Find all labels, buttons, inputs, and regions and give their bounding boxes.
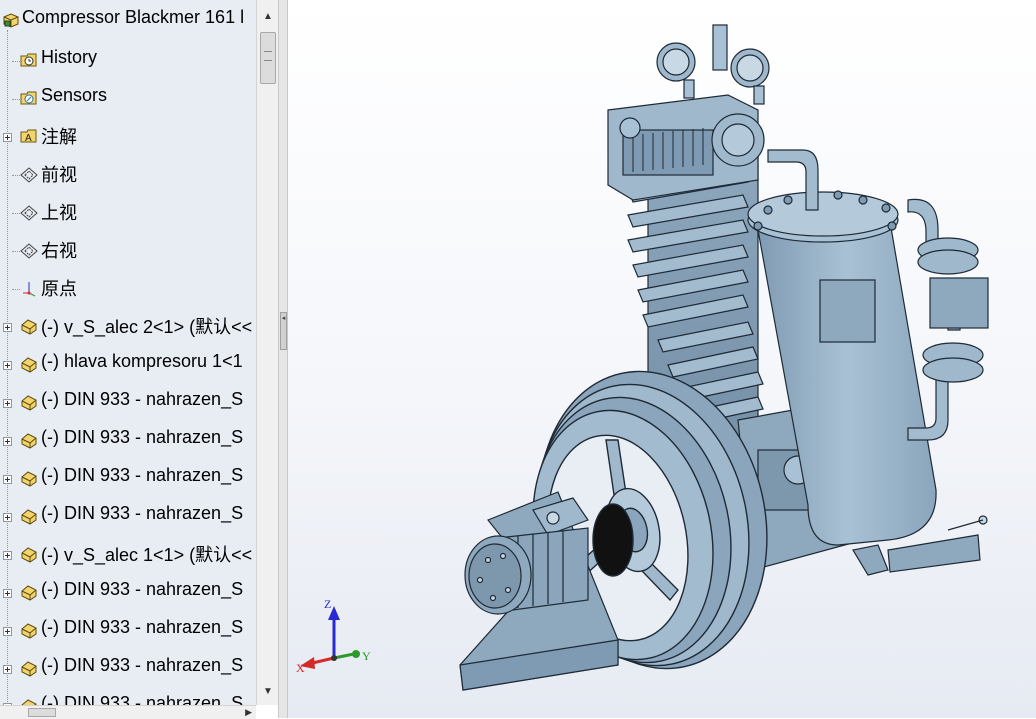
tree-item-label: (-) hlava kompresoru 1<1 [41, 351, 243, 371]
expand-plus-icon[interactable] [3, 627, 12, 636]
tree-item-label: 原点 [41, 279, 77, 299]
tree-item-label: (-) v_S_alec 1<1> (默认<< [41, 545, 253, 565]
tree-item-component[interactable]: (-) DIN 933 - nahrazen_S [0, 570, 256, 608]
part-icon [21, 623, 37, 639]
electric-motor [464, 527, 589, 615]
origin-icon [23, 282, 36, 297]
tree-item-component[interactable]: (-) DIN 933 - nahrazen_S [0, 456, 256, 494]
part-icon [21, 395, 37, 411]
expand-plus-icon[interactable] [3, 323, 12, 332]
panel-splitter[interactable]: ◂ [278, 0, 288, 718]
pressure-gauges [656, 24, 770, 105]
coordinate-triad: Z X Y [296, 597, 371, 675]
tree-item-label: (-) v_S_alec 2<1> (默认<< [41, 317, 253, 337]
tree-item-label: (-) DIN 933 - nahrazen_S [41, 465, 244, 485]
tree-item-label: 上视 [41, 203, 77, 223]
tree-horizontal-scrollbar[interactable]: ▶ [0, 705, 256, 719]
tree-item-label: 右视 [41, 241, 77, 261]
tree-connector [12, 213, 20, 214]
part-icon [21, 319, 37, 335]
part-icon [21, 547, 37, 563]
tree-item-label: (-) DIN 933 - nahrazen_S [41, 579, 244, 599]
expand-plus-icon[interactable] [3, 399, 12, 408]
scroll-up-arrow-icon[interactable]: ▲ [257, 6, 279, 28]
tree-item-component[interactable]: (-) DIN 933 - nahrazen_S [0, 646, 256, 684]
tree-item-annotations[interactable]: A 注解 [0, 114, 256, 152]
tree-item-label: (-) DIN 933 - nahrazen_S [41, 389, 244, 409]
tree-item-label: Sensors [41, 85, 108, 105]
history-folder-icon [20, 53, 37, 67]
svg-text:A: A [25, 133, 32, 144]
part-icon [21, 661, 37, 677]
grip-glyph: ◂ [281, 315, 286, 322]
tree-item-label: (-) DIN 933 - nahrazen_S [41, 427, 244, 447]
tree-item-component[interactable]: (-) v_S_alec 1<1> (默认<< [0, 532, 256, 570]
scroll-thumb[interactable] [260, 32, 276, 84]
tree-item-top-plane[interactable]: 上视 [0, 190, 256, 228]
expand-plus-icon[interactable] [3, 437, 12, 446]
tree-item-component[interactable]: (-) DIN 933 - nahrazen_S [0, 380, 256, 418]
expand-plus-icon[interactable] [3, 475, 12, 484]
part-icon [21, 471, 37, 487]
tree-item-label: 注解 [41, 127, 77, 147]
tree-root-assembly[interactable]: Compressor Blackmer 161 l [0, 0, 256, 38]
tree-item-label: (-) DIN 933 - nahrazen_S [41, 617, 244, 637]
expand-plus-icon[interactable] [3, 665, 12, 674]
tree-vertical-scrollbar[interactable]: ▲ ▼ [256, 0, 279, 705]
part-icon [21, 357, 37, 373]
expand-plus-icon[interactable] [3, 133, 12, 142]
tree-item-label: (-) DIN 933 - nahrazen_S [41, 655, 244, 675]
annotations-icon: A [20, 129, 37, 144]
part-icon [21, 585, 37, 601]
expand-plus-icon[interactable] [3, 361, 12, 370]
tree-root-label: Compressor Blackmer 161 l [22, 7, 245, 27]
tree-item-component[interactable]: (-) DIN 933 - nahrazen_S [0, 494, 256, 532]
feature-manager-tree: Compressor Blackmer 161 l History Sensors… [0, 0, 256, 718]
tree-item-label: History [41, 47, 98, 67]
expand-plus-icon[interactable] [3, 551, 12, 560]
part-icon [21, 509, 37, 525]
sensors-folder-icon [20, 91, 37, 105]
tree-item-origin[interactable]: 原点 [0, 266, 256, 304]
plane-icon [20, 167, 38, 183]
collapse-panel-grip-icon[interactable]: ◂ [280, 312, 287, 350]
hscroll-thumb[interactable] [28, 708, 56, 717]
graphics-viewport[interactable]: Z X Y [288, 0, 1036, 718]
tree-item-sensors[interactable]: Sensors [0, 76, 256, 114]
tree-item-right-plane[interactable]: 右视 [0, 228, 256, 266]
tree-connector [12, 251, 20, 252]
tree-connector [12, 99, 20, 100]
scroll-down-arrow-icon[interactable]: ▼ [257, 681, 279, 703]
tree-item-label: (-) DIN 933 - nahrazen_S [41, 503, 244, 523]
part-icon [21, 433, 37, 449]
tree-item-component[interactable]: (-) v_S_alec 2<1> (默认<< [0, 304, 256, 342]
expand-plus-icon[interactable] [3, 589, 12, 598]
tree-item-history[interactable]: History [0, 38, 256, 76]
tree-item-component[interactable]: (-) hlava kompresoru 1<1 [0, 342, 256, 380]
tree-item-front-plane[interactable]: 前视 [0, 152, 256, 190]
tree-connector [12, 175, 20, 176]
triad-x-label: X [296, 661, 305, 675]
assembly-icon [3, 13, 19, 28]
plane-icon [20, 243, 38, 259]
expand-plus-icon[interactable] [3, 513, 12, 522]
tree-item-component[interactable]: (-) DIN 933 - nahrazen_S [0, 418, 256, 456]
triad-z-label: Z [324, 597, 331, 611]
plane-icon [20, 205, 38, 221]
compressor-model[interactable]: Z X Y [288, 0, 1036, 718]
tree-item-label: 前视 [41, 165, 77, 185]
tree-connector [12, 289, 20, 290]
scroll-right-arrow-icon[interactable]: ▶ [245, 706, 252, 719]
tree-item-component[interactable]: (-) DIN 933 - nahrazen_S [0, 608, 256, 646]
tree-connector [12, 61, 20, 62]
triad-y-label: Y [362, 649, 371, 663]
